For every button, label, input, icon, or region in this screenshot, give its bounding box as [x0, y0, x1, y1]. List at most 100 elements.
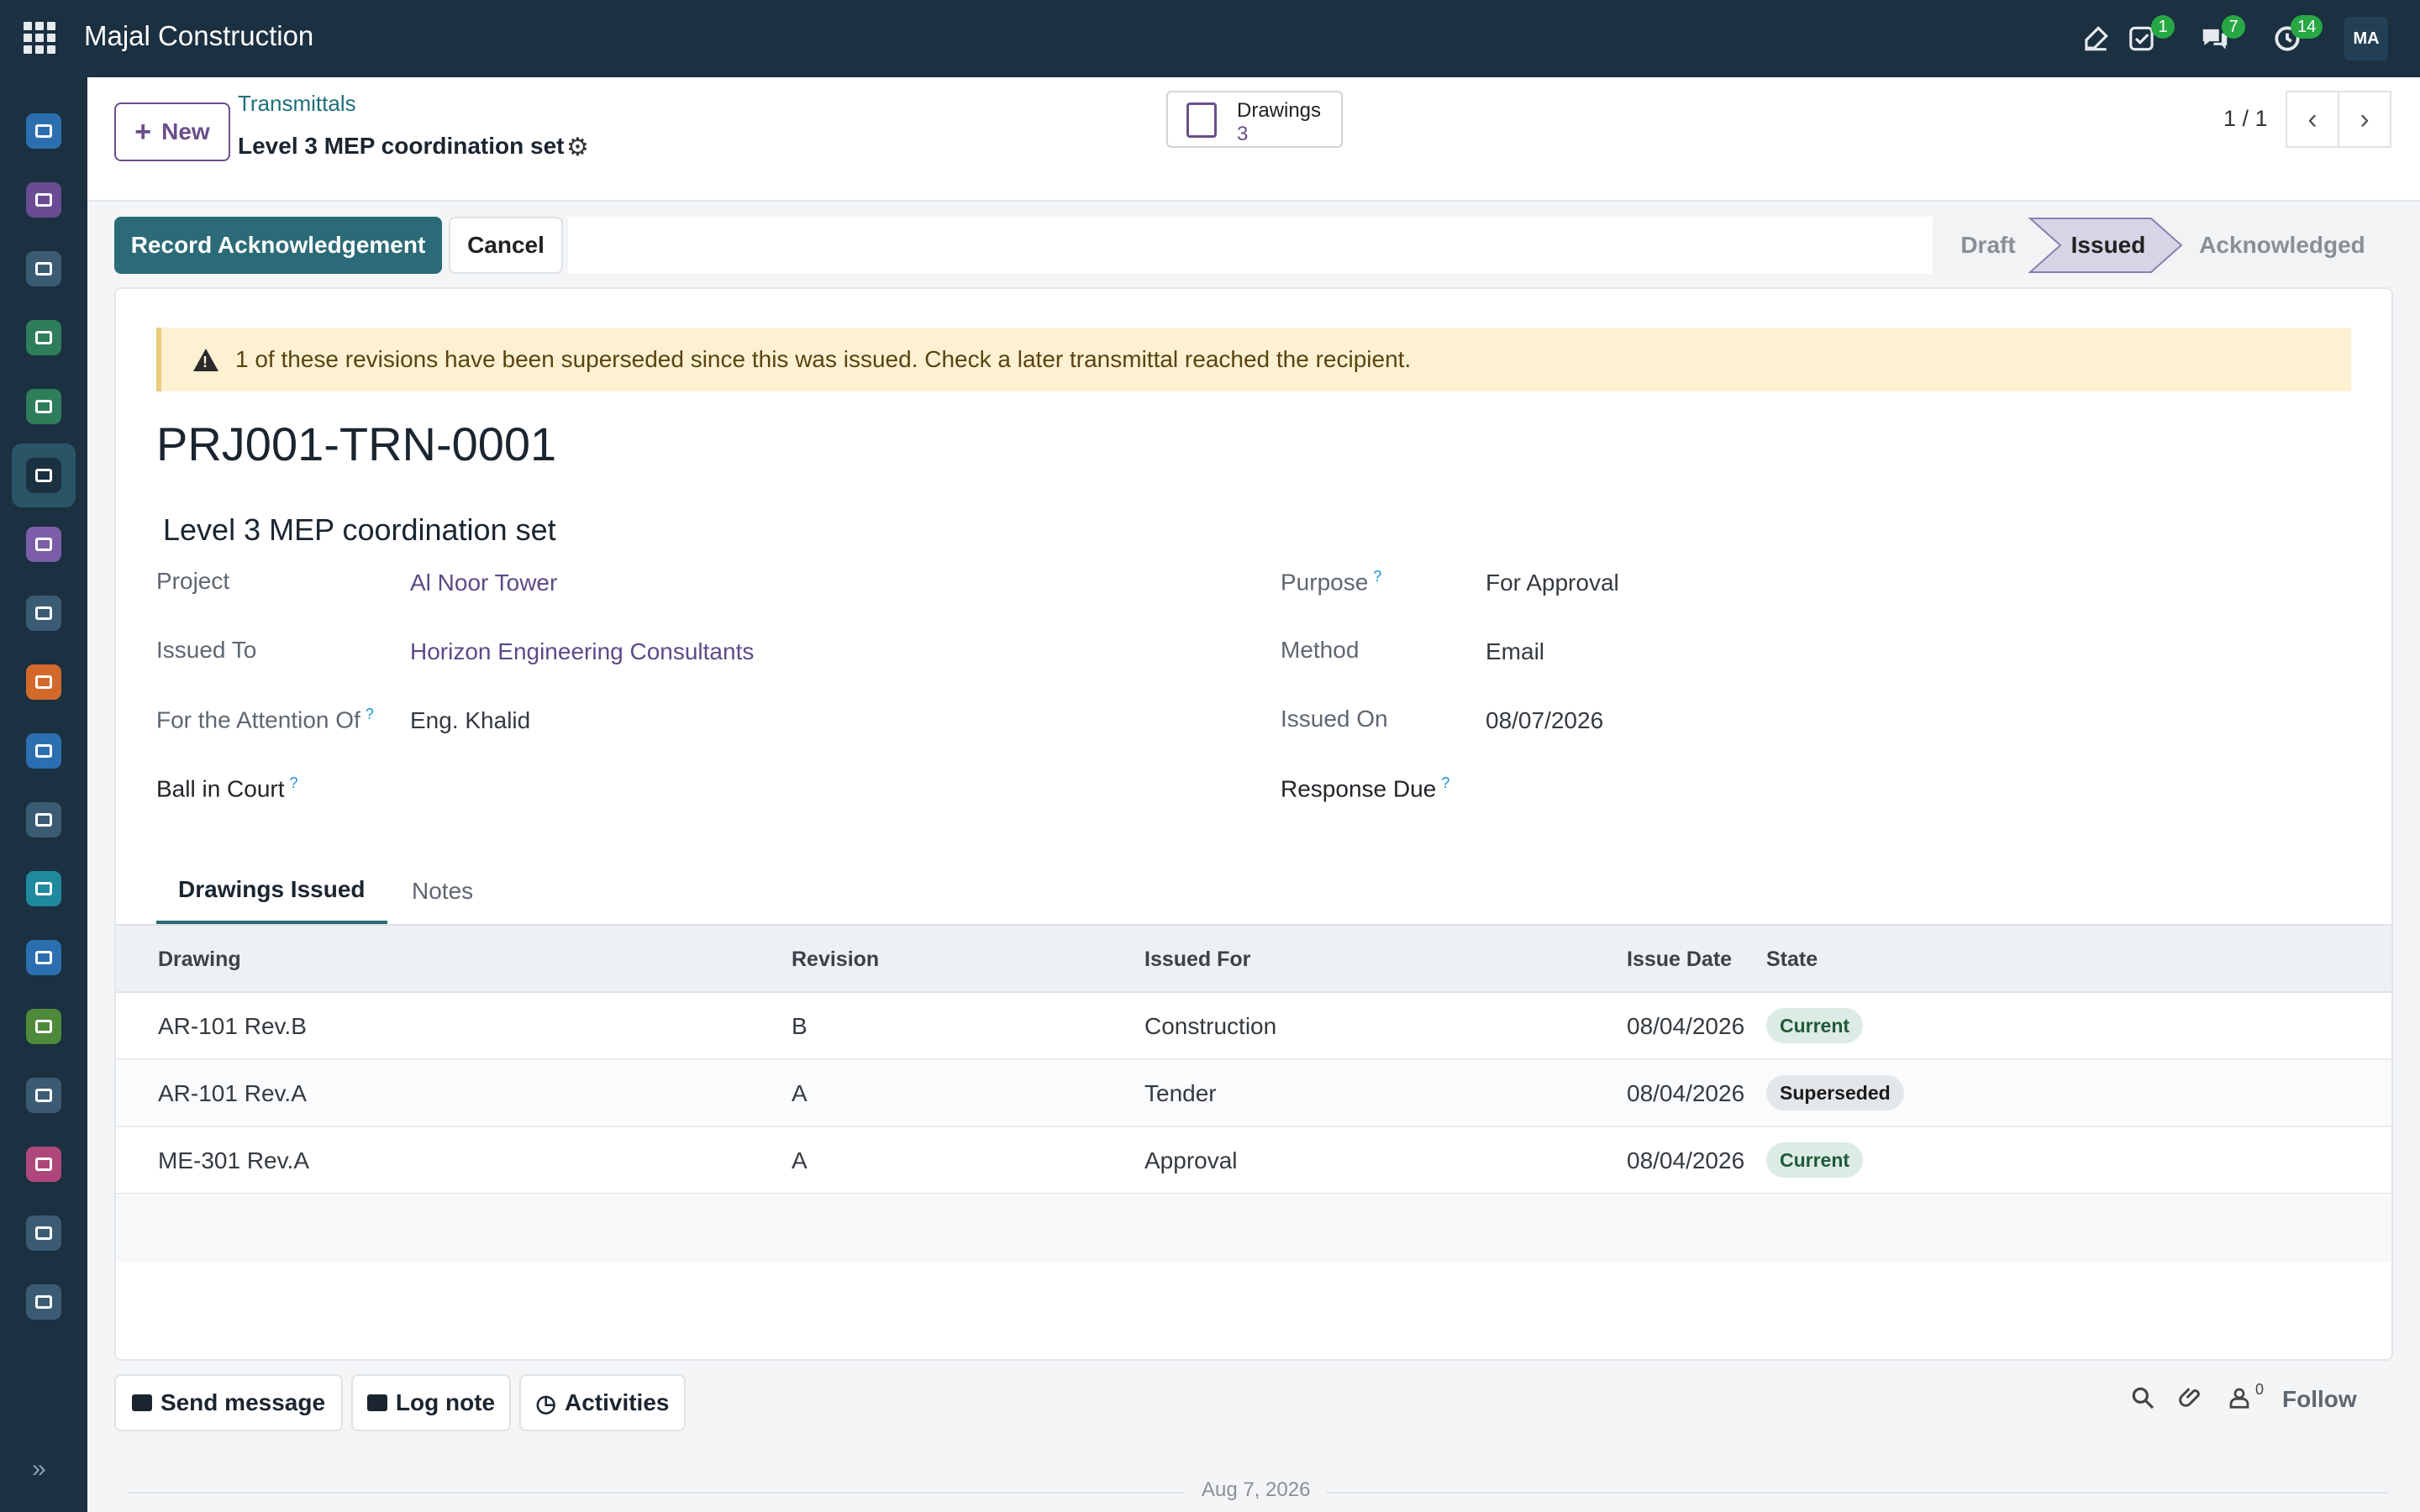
help-icon[interactable]: ?	[1441, 774, 1449, 791]
wallet-icon	[26, 664, 61, 700]
dashboard-icon	[26, 527, 61, 562]
purpose-value[interactable]: For Approval	[1486, 570, 1619, 596]
tab-notes[interactable]: Notes	[390, 858, 495, 924]
help-icon[interactable]: ?	[366, 706, 374, 722]
new-button-label: New	[161, 118, 210, 144]
project-value[interactable]: Al Noor Tower	[410, 570, 557, 596]
cell-issued-for: Tender	[1144, 1080, 1217, 1106]
tab-drawings-issued[interactable]: Drawings Issued	[156, 858, 387, 924]
new-button[interactable]: + New	[114, 102, 230, 161]
col-issued-for[interactable]: Issued For	[1144, 948, 1250, 972]
sidebar-item-tools[interactable]	[12, 1063, 76, 1127]
help-icon[interactable]: ?	[1373, 568, 1381, 585]
sidebar-item-apps[interactable]	[12, 237, 76, 301]
sidebar-item-sliders-2[interactable]	[12, 1270, 76, 1334]
superseded-alert: 1 of these revisions have been supersede…	[156, 328, 2351, 391]
alert-text: 1 of these revisions have been supersede…	[235, 346, 1412, 372]
table-footer	[116, 1196, 2391, 1262]
discuss-icon	[26, 113, 61, 149]
subject-field[interactable]: Level 3 MEP coordination set	[163, 512, 556, 548]
cell-revision: A	[792, 1080, 808, 1106]
cell-issue-date: 08/04/2026	[1627, 1013, 1745, 1039]
method-value[interactable]: Email	[1486, 638, 1544, 665]
note-icon	[366, 1394, 387, 1411]
paperclip-icon[interactable]	[2178, 1384, 2205, 1418]
log-note-button[interactable]: Log note	[351, 1374, 511, 1431]
table-row[interactable]: AR-101 Rev.B B Construction 08/04/2026 C…	[116, 993, 2391, 1060]
table-row[interactable]: ME-301 Rev.A A Approval 08/04/2026 Curre…	[116, 1127, 2391, 1194]
warning-icon	[193, 348, 218, 371]
stage-draft[interactable]: Draft	[1933, 217, 2044, 274]
sidebar-item-settings-list[interactable]	[12, 581, 76, 645]
send-message-label: Send message	[160, 1389, 326, 1415]
sidebar-item-house[interactable]	[12, 995, 76, 1058]
sidebar-item-doc-edit[interactable]	[12, 926, 76, 990]
plus-icon: +	[134, 115, 152, 148]
user-avatar[interactable]: MA	[2344, 17, 2388, 60]
messages-badge: 7	[2222, 15, 2245, 39]
search-icon[interactable]	[2129, 1384, 2156, 1418]
sidebar-item-people[interactable]	[12, 1132, 76, 1196]
tasks-icon	[26, 320, 61, 355]
ball-in-court-label: Ball in Court?	[156, 774, 298, 802]
expand-sidebar-icon[interactable]: »	[32, 1455, 46, 1483]
activities-button[interactable]: ◷ Activities	[519, 1374, 686, 1431]
status-badge: Current	[1766, 1008, 1864, 1043]
stage-issued[interactable]: Issued	[2044, 217, 2173, 274]
apps-2-icon	[26, 1215, 61, 1251]
drawings-smart-button[interactable]: Drawings 3	[1166, 91, 1343, 148]
checklist-icon	[26, 389, 61, 424]
cell-revision: A	[792, 1147, 808, 1173]
sidebar-item-dashboard[interactable]	[12, 512, 76, 576]
purpose-label: Purpose?	[1281, 568, 1382, 596]
breadcrumb-current: Level 3 MEP coordination set	[238, 133, 565, 159]
sidebar-item-web[interactable]	[12, 857, 76, 921]
sidebar-item-transmittals[interactable]	[12, 444, 76, 507]
gear-icon[interactable]: ⚙	[566, 133, 589, 162]
sidebar-item-tasks[interactable]	[12, 306, 76, 370]
record-reference: PRJ001-TRN-0001	[156, 417, 557, 470]
link-icon	[26, 733, 61, 769]
cell-issued-for: Construction	[1144, 1013, 1277, 1039]
response-due-label: Response Due?	[1281, 774, 1450, 802]
doc-edit-icon	[26, 940, 61, 975]
sidebar-item-checklist[interactable]	[12, 375, 76, 438]
followers-icon[interactable]	[2227, 1384, 2252, 1418]
cell-revision: B	[792, 1013, 808, 1039]
record-acknowledgement-button[interactable]: Record Acknowledgement	[114, 217, 442, 274]
issued-on-value[interactable]: 08/07/2026	[1486, 707, 1603, 734]
sidebar-item-apps-2[interactable]	[12, 1201, 76, 1265]
sliders-2-icon	[26, 1284, 61, 1320]
issued-to-label: Issued To	[156, 637, 257, 663]
send-message-button[interactable]: Send message	[114, 1374, 343, 1431]
follow-button[interactable]: Follow	[2282, 1386, 2357, 1413]
help-icon[interactable]: ?	[290, 774, 298, 791]
house-icon	[26, 1009, 61, 1044]
status-bar: Record Acknowledgement Cancel Draft Issu…	[114, 217, 2390, 274]
table-row[interactable]: AR-101 Rev.A A Tender 08/04/2026 Superse…	[116, 1060, 2391, 1127]
attention-label: For the Attention Of?	[156, 706, 374, 733]
attention-value[interactable]: Eng. Khalid	[410, 707, 530, 734]
sidebar-item-sliders[interactable]	[12, 788, 76, 852]
stage-acknowledged[interactable]: Acknowledged	[2181, 217, 2383, 274]
col-drawing[interactable]: Drawing	[158, 948, 241, 972]
drawings-table: Drawing Revision Issued For Issue Date S…	[116, 926, 2391, 1262]
sidebar-item-discuss[interactable]	[12, 99, 76, 163]
col-revision[interactable]: Revision	[792, 948, 879, 972]
app-menu-icon[interactable]	[24, 22, 55, 54]
chevron-left-icon[interactable]: ‹	[2286, 91, 2339, 148]
col-issue-date[interactable]: Issue Date	[1627, 948, 1732, 972]
col-state[interactable]: State	[1766, 948, 1818, 972]
edit-icon[interactable]	[2077, 20, 2114, 57]
sliders-icon	[26, 802, 61, 837]
sidebar-item-wallet[interactable]	[12, 650, 76, 714]
chevron-right-icon[interactable]: ›	[2338, 91, 2391, 148]
pager-value[interactable]: 1 / 1	[2223, 106, 2268, 132]
smart-button-label: Drawings	[1237, 99, 1322, 122]
sidebar-item-shield[interactable]	[12, 168, 76, 232]
breadcrumb-transmittals[interactable]: Transmittals	[238, 91, 356, 117]
issued-to-value[interactable]: Horizon Engineering Consultants	[410, 638, 754, 665]
sidebar-item-link[interactable]	[12, 719, 76, 783]
cancel-button[interactable]: Cancel	[449, 217, 563, 274]
top-navbar: Majal Construction 1 7 14 MA	[0, 0, 2420, 77]
